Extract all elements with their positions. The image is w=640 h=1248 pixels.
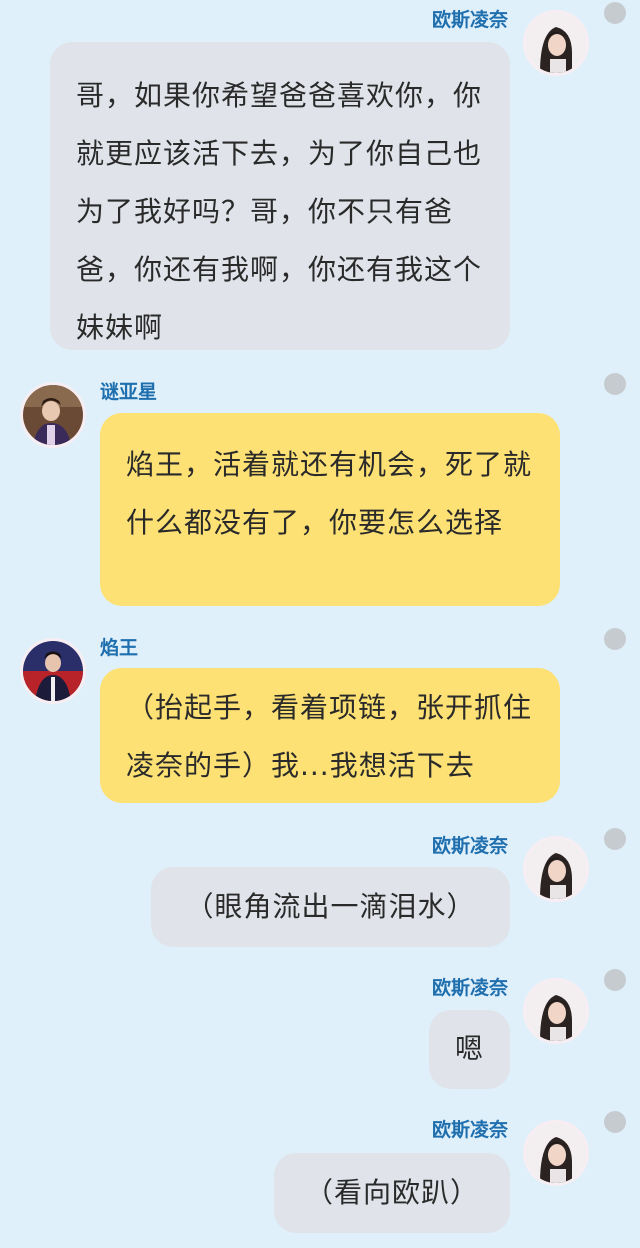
message-bubble[interactable]: 焰王，活着就还有机会，死了就什么都没有了，你要怎么选择 xyxy=(100,413,560,606)
sender-name: 谜亚星 xyxy=(100,381,158,403)
sender-name: 欧斯凌奈 xyxy=(431,9,508,31)
status-dot xyxy=(604,969,626,991)
message-bubble[interactable]: （眼角流出一滴泪水） xyxy=(151,867,510,947)
message-bubble[interactable]: （抬起手，看着项链，张开抓住凌奈的手）我...我想活下去 xyxy=(100,668,560,803)
girl-avatar-icon[interactable] xyxy=(523,1120,589,1186)
boy2-avatar-icon[interactable] xyxy=(20,638,86,704)
message-bubble[interactable]: 哥，如果你希望爸爸喜欢你，你就更应该活下去，为了你自己也为了我好吗？哥，你不只有… xyxy=(50,42,510,350)
status-dot xyxy=(604,1111,626,1133)
boy-avatar-icon[interactable] xyxy=(20,382,86,448)
sender-name: 焰王 xyxy=(100,637,139,659)
sender-name: 欧斯凌奈 xyxy=(431,1119,508,1141)
sender-name: 欧斯凌奈 xyxy=(431,977,508,999)
status-dot xyxy=(604,628,626,650)
message-bubble[interactable]: 嗯 xyxy=(429,1010,510,1089)
message-bubble[interactable]: （看向欧趴） xyxy=(274,1153,510,1233)
status-dot xyxy=(604,828,626,850)
status-dot xyxy=(604,2,626,24)
girl-avatar-icon[interactable] xyxy=(523,978,589,1044)
sender-name: 欧斯凌奈 xyxy=(431,835,508,857)
status-dot xyxy=(604,373,626,395)
girl-avatar-icon[interactable] xyxy=(523,10,589,76)
girl-avatar-icon[interactable] xyxy=(523,836,589,902)
